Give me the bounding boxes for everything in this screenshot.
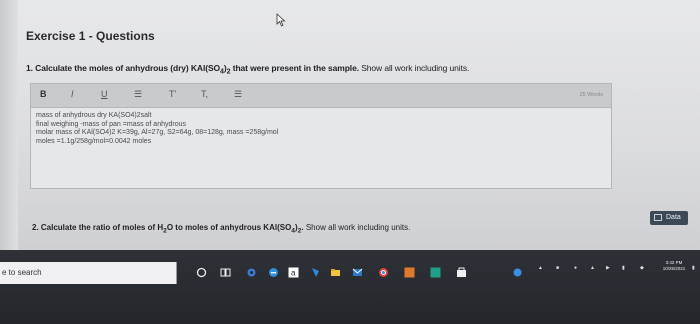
mail-icon[interactable] — [352, 267, 363, 278]
data-button[interactable]: Data — [650, 211, 688, 225]
answer-text-area[interactable]: mass of anhydrous dry KA(SO4)2salt final… — [36, 112, 601, 182]
chrome-browser-icon[interactable] — [378, 267, 389, 278]
subscript-button[interactable]: T, — [201, 89, 208, 99]
table-icon — [654, 214, 662, 221]
bold-button[interactable]: B — [40, 89, 47, 99]
assignment-page: Exercise 1 - Questions 1. Calculate the … — [0, 0, 700, 250]
mouse-cursor-icon — [276, 13, 286, 27]
app-orange-icon[interactable] — [404, 267, 415, 278]
shopping-bag-icon[interactable] — [310, 267, 321, 278]
answer-line: mass of anhydrous dry KA(SO4)2salt — [36, 112, 152, 119]
network-icon[interactable]: ▲ — [590, 265, 595, 271]
onedrive-icon[interactable]: ● — [574, 265, 577, 271]
settings-icon[interactable] — [512, 267, 523, 278]
volume-icon[interactable]: ▶ — [606, 265, 610, 271]
file-explorer-icon[interactable] — [330, 267, 341, 278]
question-2-prompt: 2. Calculate the ratio of moles of H2O t… — [32, 223, 411, 235]
answer-line: final weighing -mass of pan =mass of anh… — [36, 120, 186, 128]
windows-taskbar: e to search a ▲ ■ ● ▲ ▶ ▮ ◆ 3:42 PM 10/2… — [0, 250, 700, 324]
numbered-list-button[interactable]: ☰ — [234, 89, 242, 100]
task-view-icon[interactable] — [220, 267, 231, 278]
chevron-up-icon[interactable]: ▲ — [538, 265, 543, 271]
settings-gear-icon[interactable] — [246, 267, 257, 278]
system-clock[interactable]: 3:42 PM 10/25/2021 — [659, 260, 689, 272]
tray-app-icon[interactable]: ■ — [556, 265, 559, 271]
answer-editor-q1[interactable]: B I U ☰ T' T, ☰ 25 Words mass of anhydro… — [30, 83, 612, 189]
cortana-icon[interactable] — [196, 267, 207, 278]
store-icon[interactable] — [456, 267, 467, 278]
exercise-title: Exercise 1 - Questions — [26, 29, 155, 43]
teal-app-icon[interactable] — [430, 267, 441, 278]
svg-text:a: a — [291, 269, 296, 278]
editor-toolbar: B I U ☰ T' T, ☰ 25 Words — [31, 84, 611, 108]
underline-button[interactable]: U — [101, 89, 108, 99]
edge-browser-icon[interactable] — [268, 267, 279, 278]
word-count: 25 Words — [579, 92, 603, 98]
clock-date: 10/25/2021 — [662, 266, 686, 271]
bullet-list-button[interactable]: ☰ — [134, 89, 142, 100]
battery-icon[interactable]: ▮ — [622, 265, 625, 271]
question-1-prompt: 1. Calculate the moles of anhydrous (dry… — [26, 63, 470, 76]
language-icon[interactable]: ◆ — [640, 265, 644, 271]
italic-button[interactable]: I — [71, 89, 74, 99]
answer-line: molar mass of KAl(SO4)2 K=39g, Al=27g, S… — [36, 129, 279, 137]
notification-icon[interactable]: ▮ — [692, 265, 695, 271]
superscript-button[interactable]: T' — [169, 89, 176, 99]
amazon-icon[interactable]: a — [288, 267, 299, 278]
taskbar-search-box[interactable]: e to search — [0, 262, 177, 284]
answer-line: moles =1.1g/258g/mol=0.0042 moles — [36, 137, 152, 145]
